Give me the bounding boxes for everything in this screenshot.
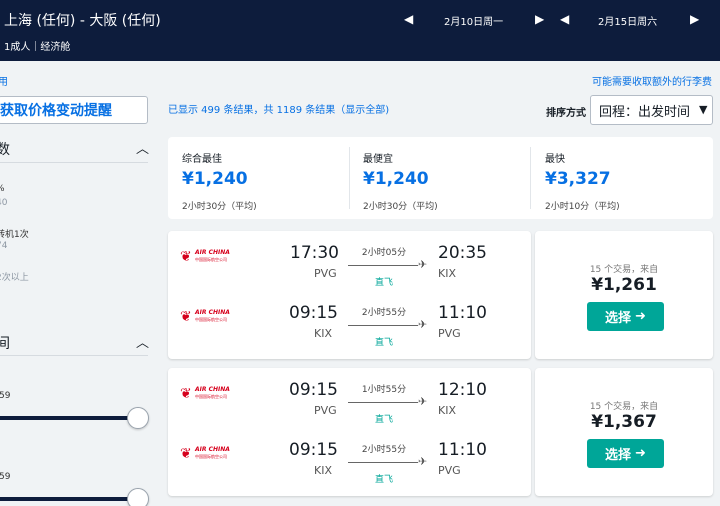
tab-fastest-duration: 2小时10分（平均) <box>545 202 620 212</box>
airline-logo: ❦ AIR CHINA 中国国际航空公司 <box>180 386 230 402</box>
time-slider-label: :59 <box>0 391 11 401</box>
flight-duration: 1小时55分 <box>361 385 407 395</box>
stops-option-direct-price: 40 <box>0 198 8 208</box>
price-alert-label[interactable]: 获取价格变动提醒 <box>0 100 112 120</box>
result-card-price[interactable] <box>535 231 713 359</box>
airplane-icon: ✈ <box>418 258 428 271</box>
chevron-down-icon[interactable]: ▼ <box>699 103 707 116</box>
airline-logo: ❦ AIR CHINA 中国国际航空公司 <box>180 249 230 265</box>
divider <box>0 355 148 356</box>
stops-option-one-price: 74 <box>0 241 8 251</box>
arrive-airport: KIX <box>438 267 456 280</box>
chevron-up-icon[interactable]: ︿ <box>136 332 149 351</box>
depart-airport: KIX <box>314 464 332 477</box>
time-slider-label: :59 <box>0 472 11 482</box>
baggage-fee-note[interactable]: 可能需要收取额外的行李费 <box>592 73 712 88</box>
flight-stops: 直飞 <box>374 415 393 425</box>
arrive-time: 12:10 <box>438 380 487 400</box>
passenger-class-summary[interactable]: 1成人｜经济舱 <box>4 38 70 53</box>
depart-time: 09:15 <box>289 303 338 323</box>
divider <box>530 147 531 209</box>
time-filter-title[interactable]: 间 <box>0 333 10 353</box>
flight-duration: 2小时55分 <box>361 445 407 455</box>
depart-airport: PVG <box>314 404 337 417</box>
arrive-airport: PVG <box>438 327 461 340</box>
flight-stops: 直飞 <box>374 338 393 348</box>
sidebar-link[interactable]: 用 <box>0 73 8 88</box>
sort-select[interactable]: 回程：出发时间 <box>590 95 713 125</box>
return-date[interactable]: 2月15日周六 <box>598 13 657 28</box>
flight-line <box>348 462 418 463</box>
next-depart-date-icon[interactable]: ▶ <box>535 12 544 26</box>
result-price: ¥1,367 <box>591 412 657 432</box>
airplane-icon: ✈ <box>418 395 428 408</box>
flight-line <box>348 265 418 266</box>
route-summary[interactable]: 上海 (任何) - 大阪 (任何) <box>4 10 161 30</box>
flight-line <box>348 325 418 326</box>
divider <box>0 162 148 163</box>
tab-best-price: ¥1,240 <box>182 169 248 189</box>
phoenix-icon: ❦ <box>180 309 192 325</box>
select-button[interactable]: 选择 ➜ <box>587 439 664 468</box>
time-slider-track[interactable] <box>0 497 134 501</box>
tab-best-duration: 2小时30分（平均) <box>182 202 257 212</box>
prev-return-date-icon[interactable]: ◀ <box>560 12 569 26</box>
arrive-time: 11:10 <box>438 440 487 460</box>
depart-date[interactable]: 2月10日周一 <box>444 13 503 28</box>
divider <box>349 147 350 209</box>
depart-time: 09:15 <box>289 380 338 400</box>
arrive-time: 11:10 <box>438 303 487 323</box>
depart-airport: PVG <box>314 267 337 280</box>
sort-label: 排序方式 <box>546 108 586 119</box>
stops-filter-title[interactable]: 数 <box>0 139 10 159</box>
depart-time: 09:15 <box>289 440 338 460</box>
chevron-up-icon[interactable]: ︿ <box>136 138 149 157</box>
arrive-time: 20:35 <box>438 243 487 263</box>
airplane-icon: ✈ <box>418 455 428 468</box>
next-return-date-icon[interactable]: ▶ <box>690 12 699 26</box>
stops-option-one[interactable]: 转机1次 <box>0 227 29 240</box>
phoenix-icon: ❦ <box>180 249 192 265</box>
flight-duration: 2小时05分 <box>361 248 407 258</box>
phoenix-icon: ❦ <box>180 386 192 402</box>
airline-logo: ❦ AIR CHINA 中国国际航空公司 <box>180 446 230 462</box>
airline-logo: ❦ AIR CHINA 中国国际航空公司 <box>180 309 230 325</box>
flight-duration: 2小时55分 <box>361 308 407 318</box>
depart-airport: KIX <box>314 327 332 340</box>
tab-fastest-label: 最快 <box>545 154 565 165</box>
tab-fastest-price: ¥3,327 <box>545 169 611 189</box>
deals-count: 15 个交易，来自 <box>589 265 659 275</box>
arrive-airport: PVG <box>438 464 461 477</box>
tab-cheapest-price: ¥1,240 <box>363 169 429 189</box>
select-button[interactable]: 选择 ➜ <box>587 302 664 331</box>
result-price: ¥1,261 <box>591 275 657 295</box>
tab-best-label: 综合最佳 <box>182 154 222 165</box>
stops-option-direct[interactable]: % <box>0 184 5 194</box>
phoenix-icon: ❦ <box>180 446 192 462</box>
tab-cheapest-label: 最便宜 <box>363 154 393 165</box>
time-slider-track[interactable] <box>0 416 134 420</box>
time-slider-handle[interactable] <box>127 488 149 506</box>
arrive-airport: KIX <box>438 404 456 417</box>
result-card-price[interactable] <box>535 368 713 496</box>
depart-time: 17:30 <box>290 243 339 263</box>
flight-stops: 直飞 <box>374 475 393 485</box>
time-slider-handle[interactable] <box>127 407 149 429</box>
prev-depart-date-icon[interactable]: ◀ <box>404 12 413 26</box>
tab-cheapest-duration: 2小时30分（平均) <box>363 202 438 212</box>
flight-line <box>348 402 418 403</box>
flight-stops: 直飞 <box>374 278 393 288</box>
result-count[interactable]: 已显示 499 条结果，共 1189 条结果（显示全部) <box>168 101 389 116</box>
arrow-right-icon: ➜ <box>635 446 646 461</box>
deals-count: 15 个交易，来自 <box>589 402 659 412</box>
airplane-icon: ✈ <box>418 318 428 331</box>
stops-option-two-plus[interactable]: 2次以上 <box>0 270 29 283</box>
arrow-right-icon: ➜ <box>635 309 646 324</box>
